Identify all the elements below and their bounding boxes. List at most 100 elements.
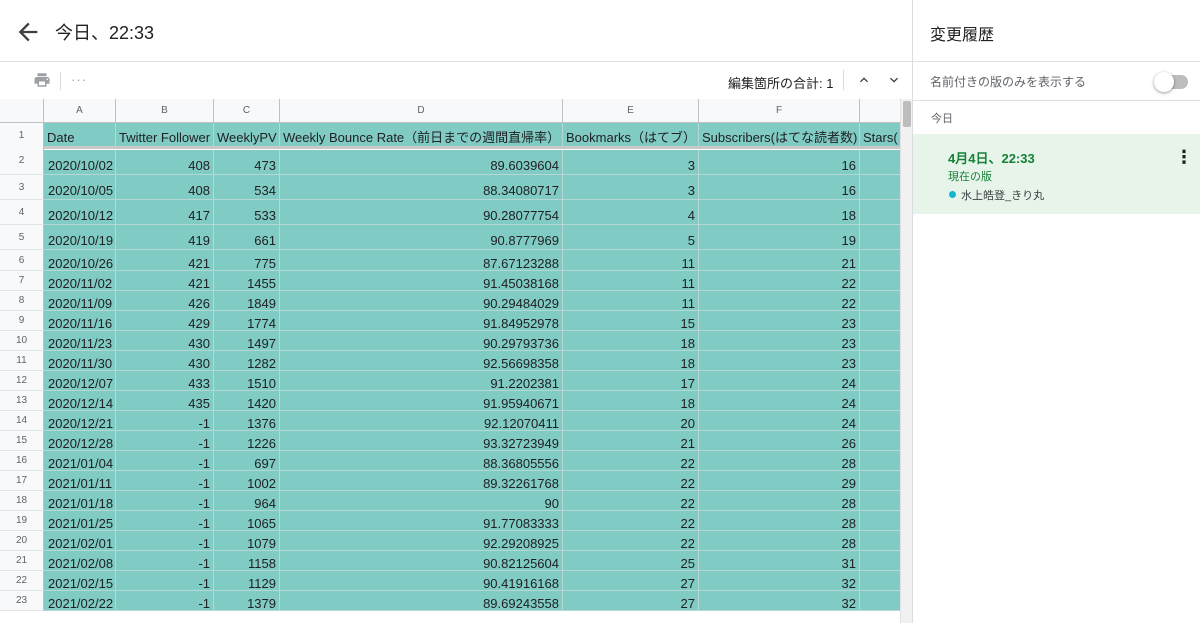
table-cell[interactable]: 430 (116, 331, 214, 351)
table-cell[interactable]: 28 (699, 491, 860, 511)
table-cell[interactable]: 92.56698358 (280, 351, 563, 371)
row-header[interactable]: 15 (0, 431, 44, 451)
table-cell[interactable] (860, 250, 900, 271)
version-item[interactable]: 4月4日、22:33 現在の版 水上皓登_きり丸 ⋮ (913, 134, 1200, 214)
table-cell[interactable]: -1 (116, 531, 214, 551)
table-cell[interactable]: 27 (563, 571, 699, 591)
table-cell[interactable]: -1 (116, 471, 214, 491)
table-cell[interactable]: 91.77083333 (280, 511, 563, 531)
table-cell[interactable]: 16 (699, 175, 860, 200)
row-header[interactable]: 23 (0, 591, 44, 611)
row-header[interactable]: 1 (0, 123, 44, 149)
select-all-corner[interactable] (0, 99, 44, 123)
table-cell[interactable]: 2021/02/01 (44, 531, 116, 551)
table-cell[interactable]: 408 (116, 175, 214, 200)
table-cell[interactable] (860, 591, 900, 611)
table-cell[interactable]: 22 (563, 511, 699, 531)
table-cell[interactable]: 18 (699, 200, 860, 225)
table-cell[interactable]: 88.36805556 (280, 451, 563, 471)
table-cell[interactable]: 89.69243558 (280, 591, 563, 611)
table-cell[interactable]: 91.84952978 (280, 311, 563, 331)
table-cell[interactable]: 18 (563, 351, 699, 371)
table-cell[interactable]: 22 (699, 291, 860, 311)
table-cell[interactable]: 28 (699, 511, 860, 531)
table-cell[interactable] (860, 311, 900, 331)
column-header[interactable]: D (280, 99, 563, 123)
table-cell[interactable]: 22 (563, 471, 699, 491)
table-cell[interactable]: 24 (699, 411, 860, 431)
row-header[interactable]: 6 (0, 250, 44, 271)
table-cell[interactable]: 2020/10/05 (44, 175, 116, 200)
table-cell[interactable]: 2020/10/26 (44, 250, 116, 271)
table-cell[interactable]: 1376 (214, 411, 280, 431)
table-cell[interactable]: 435 (116, 391, 214, 411)
table-cell[interactable]: 1129 (214, 571, 280, 591)
table-cell[interactable]: 1420 (214, 391, 280, 411)
table-cell[interactable]: 28 (699, 451, 860, 471)
table-cell[interactable]: 2021/01/11 (44, 471, 116, 491)
table-cell[interactable]: 32 (699, 571, 860, 591)
table-cell[interactable]: 11 (563, 271, 699, 291)
row-header[interactable]: 17 (0, 471, 44, 491)
table-cell[interactable]: 16 (699, 150, 860, 175)
table-cell[interactable]: 2021/02/22 (44, 591, 116, 611)
table-cell[interactable]: 91.45038168 (280, 271, 563, 291)
row-header[interactable]: 5 (0, 225, 44, 250)
table-cell[interactable] (860, 431, 900, 451)
table-cell[interactable]: 697 (214, 451, 280, 471)
table-cell[interactable] (860, 175, 900, 200)
table-cell[interactable]: 1497 (214, 331, 280, 351)
table-cell[interactable]: 91.95940671 (280, 391, 563, 411)
table-cell[interactable]: -1 (116, 411, 214, 431)
table-cell[interactable]: 90.8777969 (280, 225, 563, 250)
table-cell[interactable]: 32 (699, 591, 860, 611)
table-cell[interactable]: -1 (116, 451, 214, 471)
table-cell[interactable]: 1226 (214, 431, 280, 451)
table-cell[interactable]: 31 (699, 551, 860, 571)
row-header[interactable]: 14 (0, 411, 44, 431)
table-cell[interactable] (860, 391, 900, 411)
table-cell[interactable] (860, 471, 900, 491)
table-cell[interactable]: 4 (563, 200, 699, 225)
row-header[interactable]: 4 (0, 200, 44, 225)
table-cell[interactable]: 2020/12/07 (44, 371, 116, 391)
table-cell[interactable] (860, 331, 900, 351)
table-cell[interactable]: 11 (563, 250, 699, 271)
table-cell[interactable]: 430 (116, 351, 214, 371)
table-cell[interactable]: 23 (699, 351, 860, 371)
table-cell[interactable]: 22 (563, 451, 699, 471)
table-cell[interactable]: 3 (563, 150, 699, 175)
print-icon[interactable] (33, 71, 51, 89)
table-cell[interactable]: 2020/12/28 (44, 431, 116, 451)
vertical-scrollbar[interactable] (900, 99, 912, 623)
row-header[interactable]: 18 (0, 491, 44, 511)
table-cell[interactable]: 1510 (214, 371, 280, 391)
table-cell[interactable] (860, 225, 900, 250)
row-header[interactable]: 22 (0, 571, 44, 591)
table-cell[interactable]: 92.29208925 (280, 531, 563, 551)
table-cell[interactable]: 2020/10/12 (44, 200, 116, 225)
freeze-divider[interactable] (44, 146, 900, 149)
row-header[interactable]: 20 (0, 531, 44, 551)
column-header[interactable]: A (44, 99, 116, 123)
table-cell[interactable]: 5 (563, 225, 699, 250)
table-cell[interactable]: 2020/10/02 (44, 150, 116, 175)
row-header[interactable]: 8 (0, 291, 44, 311)
table-cell[interactable]: 1158 (214, 551, 280, 571)
table-cell[interactable]: -1 (116, 431, 214, 451)
table-cell[interactable]: 417 (116, 200, 214, 225)
table-cell[interactable]: 1002 (214, 471, 280, 491)
table-cell[interactable] (860, 571, 900, 591)
table-cell[interactable]: 90.29484029 (280, 291, 563, 311)
table-cell[interactable]: 90.28077754 (280, 200, 563, 225)
table-cell[interactable]: 2020/12/21 (44, 411, 116, 431)
table-cell[interactable]: 1282 (214, 351, 280, 371)
table-cell[interactable] (860, 511, 900, 531)
table-cell[interactable]: 89.32261768 (280, 471, 563, 491)
table-cell[interactable]: -1 (116, 551, 214, 571)
table-cell[interactable]: 20 (563, 411, 699, 431)
back-arrow-icon[interactable] (14, 18, 42, 46)
table-cell[interactable]: -1 (116, 511, 214, 531)
table-cell[interactable]: 1774 (214, 311, 280, 331)
table-cell[interactable]: 1455 (214, 271, 280, 291)
